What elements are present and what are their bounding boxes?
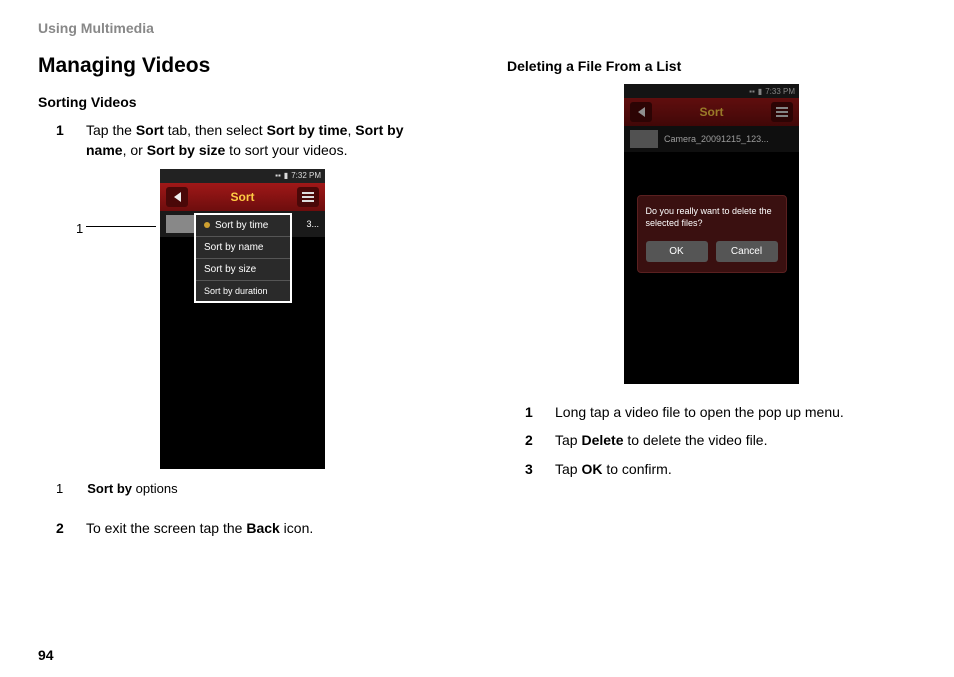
subsection-heading: Sorting Videos bbox=[38, 94, 447, 110]
video-label: 3... bbox=[306, 219, 319, 229]
back-arrow-icon bbox=[174, 192, 181, 202]
right-column: Deleting a File From a List ▪▪ ▮ 7:33 PM… bbox=[507, 54, 916, 546]
section-heading: Managing Videos bbox=[38, 54, 447, 78]
phone-screenshot-delete: ▪▪ ▮ 7:33 PM Sort Camera_20091215_123...… bbox=[624, 84, 799, 384]
sort-by-time[interactable]: Sort by time bbox=[196, 215, 290, 237]
sort-by-size[interactable]: Sort by size bbox=[196, 259, 290, 281]
step-number: 1 bbox=[56, 120, 68, 161]
step-text: Long tap a video file to open the pop up… bbox=[555, 402, 916, 422]
step-2: 2 Tap Delete to delete the video file. bbox=[507, 430, 916, 450]
sort-by-name[interactable]: Sort by name bbox=[196, 237, 290, 259]
left-column: Managing Videos Sorting Videos 1 Tap the… bbox=[38, 54, 447, 546]
callout-line bbox=[86, 226, 156, 227]
app-topbar: Sort bbox=[160, 183, 325, 211]
menu-button[interactable] bbox=[297, 187, 319, 207]
sort-by-duration[interactable]: Sort by duration bbox=[196, 281, 290, 301]
sort-popup-menu: Sort by time Sort by name Sort by size S… bbox=[194, 213, 292, 303]
sort-tab[interactable]: Sort bbox=[196, 190, 289, 204]
step-1: 1 Long tap a video file to open the pop … bbox=[507, 402, 916, 422]
step-number: 1 bbox=[525, 402, 537, 422]
step-text: To exit the screen tap the Back icon. bbox=[86, 518, 447, 538]
step-text: Tap OK to confirm. bbox=[555, 459, 916, 479]
figure-legend: 1 Sort by options bbox=[38, 481, 447, 496]
step-number: 2 bbox=[525, 430, 537, 450]
step-2: 2 To exit the screen tap the Back icon. bbox=[38, 518, 447, 538]
radio-dot-icon bbox=[204, 222, 210, 228]
step-number: 3 bbox=[525, 459, 537, 479]
page-number: 94 bbox=[38, 647, 54, 663]
battery-icon: ▮ bbox=[284, 171, 288, 180]
step-text: Tap Delete to delete the video file. bbox=[555, 430, 916, 450]
dialog-message: Do you really want to delete the selecte… bbox=[646, 206, 778, 229]
step-text: Tap the Sort tab, then select Sort by ti… bbox=[86, 120, 447, 161]
signal-icon: ▪▪ bbox=[275, 171, 281, 180]
callout-number: 1 bbox=[76, 221, 83, 236]
cancel-button[interactable]: Cancel bbox=[716, 241, 778, 262]
step-3: 3 Tap OK to confirm. bbox=[507, 459, 916, 479]
back-button[interactable] bbox=[166, 187, 188, 207]
status-bar: ▪▪ ▮ 7:32 PM bbox=[160, 169, 325, 183]
delete-confirm-dialog: Do you really want to delete the selecte… bbox=[637, 195, 787, 273]
step-1: 1 Tap the Sort tab, then select Sort by … bbox=[38, 120, 447, 161]
legend-text: Sort by options bbox=[87, 481, 177, 496]
subsection-heading: Deleting a File From a List bbox=[507, 58, 916, 74]
legend-number: 1 bbox=[56, 481, 63, 496]
ok-button[interactable]: OK bbox=[646, 241, 708, 262]
dialog-overlay: Do you really want to delete the selecte… bbox=[624, 84, 799, 384]
step-number: 2 bbox=[56, 518, 68, 538]
status-time: 7:32 PM bbox=[291, 171, 321, 180]
phone-screenshot-sort: ▪▪ ▮ 7:32 PM Sort 3... Sort by time Sort… bbox=[160, 169, 325, 469]
video-thumbnail bbox=[166, 215, 194, 233]
chapter-header: Using Multimedia bbox=[38, 20, 916, 36]
